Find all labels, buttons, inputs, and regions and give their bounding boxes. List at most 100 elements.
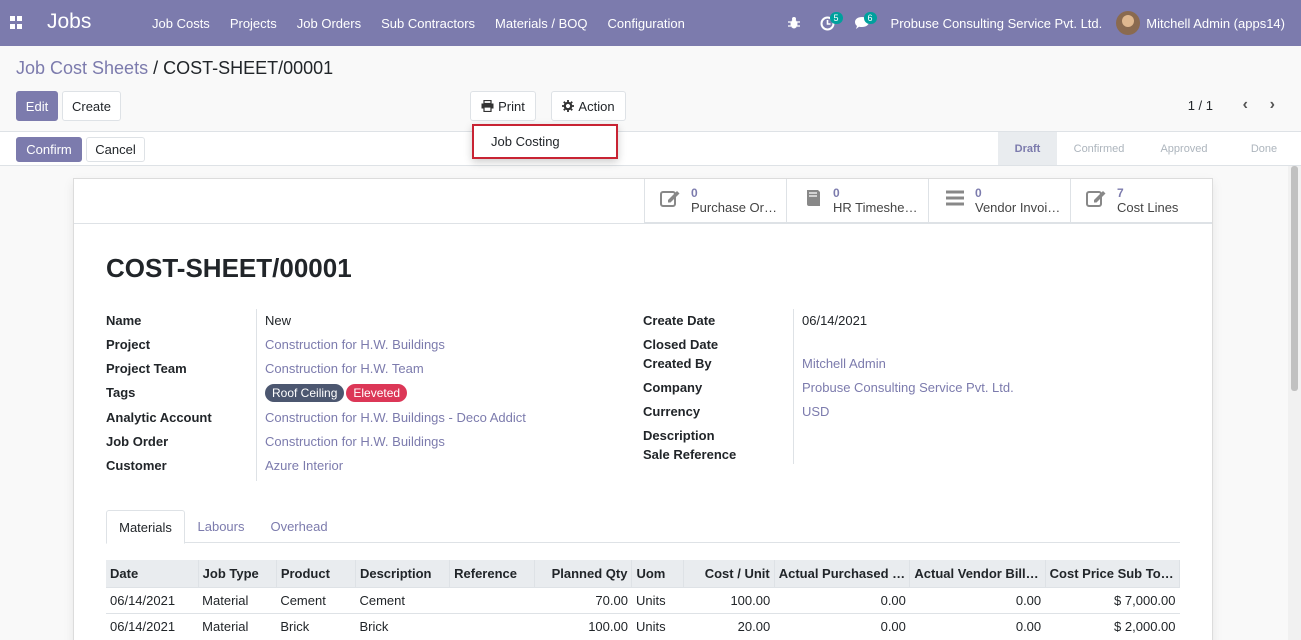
form-sheet: 0 Purchase Or… 0 HR Timeshe… 0 Vendor Invoi… [73,178,1213,640]
smart-button-vendor-invoices[interactable]: 0 Vendor Invoi… [928,179,1070,223]
action-button[interactable]: Action [551,91,626,121]
stage-done[interactable]: Done [1227,132,1301,165]
cell-product: Cement [276,586,356,613]
smart-button-cost-lines[interactable]: 7 Cost Lines [1070,179,1212,223]
tag-eleveted[interactable]: Eleveted [346,384,408,402]
cell-reference [449,586,535,613]
cell-cost-unit: 20.00 [683,612,775,639]
right-group-divider [793,309,794,464]
cell-date: 06/14/2021 [106,586,199,613]
column-header-planned-qty[interactable]: Planned Qty [534,560,633,587]
cell-cost-price-subtotal: $ 7,000.00 [1045,586,1180,613]
print-dropdown-item-job-costing[interactable]: Job Costing [472,124,618,159]
column-header-job-type[interactable]: Job Type [198,560,277,587]
book-icon [801,188,825,214]
cell-reference [449,612,535,639]
column-header-reference[interactable]: Reference [449,560,536,587]
value-project[interactable]: Construction for H.W. Buildings [265,337,445,352]
cell-planned-qty: 70.00 [534,586,632,613]
cell-product: Brick [276,612,356,639]
tab-materials[interactable]: Materials [106,510,185,544]
create-button[interactable]: Create [62,91,121,121]
stage-pipeline: Draft Confirmed Approved Done [998,132,1301,165]
label-customer: Customer [106,458,167,473]
cell-uom: Units [631,586,684,613]
smart-button-hr-timesheets[interactable]: 0 HR Timeshe… [786,179,928,223]
cell-actual-vendor-bill: 0.00 [909,586,1046,613]
label-analytic-account: Analytic Account [106,410,212,425]
cell-actual-purchased: 0.00 [774,612,910,639]
pager-previous-icon[interactable]: ‹ [1243,96,1248,114]
cell-actual-purchased: 0.00 [774,586,910,613]
breadcrumb-current: COST-SHEET/00001 [163,58,334,78]
pager-next-icon[interactable]: › [1270,96,1275,114]
tab-labours[interactable]: Labours [186,510,256,543]
activity-clock-icon[interactable]: 5 [811,0,845,46]
label-project: Project [106,337,151,352]
company-switcher[interactable]: Probuse Consulting Service Pvt. Ltd. [879,16,1117,31]
menu-materials-boq[interactable]: Materials / BOQ [485,16,597,31]
value-customer[interactable]: Azure Interior [265,458,343,473]
smart-label: Cost Lines [1117,200,1179,215]
column-header-product[interactable]: Product [276,560,356,587]
value-created-by[interactable]: Mitchell Admin [802,356,886,371]
value-currency[interactable]: USD [802,404,829,419]
stage-confirmed[interactable]: Confirmed [1057,132,1141,165]
edit-button[interactable]: Edit [16,91,58,121]
value-analytic-account[interactable]: Construction for H.W. Buildings - Deco A… [265,410,526,425]
column-header-date[interactable]: Date [106,560,199,587]
label-closed-date: Closed Date [643,337,719,352]
column-header-actual-vendor-bill[interactable]: Actual Vendor Bill… [909,560,1046,587]
smart-value: 0 [833,186,840,200]
cell-cost-unit: 100.00 [683,586,775,613]
tab-overhead[interactable]: Overhead [259,510,339,543]
table-row[interactable]: 06/14/2021 Material Brick Brick 100.00 U… [106,612,1180,639]
menu-job-costs[interactable]: Job Costs [142,16,220,31]
stage-approved[interactable]: Approved [1141,132,1227,165]
app-brand[interactable]: Jobs [47,10,91,34]
label-project-team: Project Team [106,361,187,376]
breadcrumb: Job Cost Sheets / COST-SHEET/00001 [16,58,333,79]
smart-value: 0 [975,186,982,200]
cancel-button[interactable]: Cancel [86,137,145,162]
printer-icon [481,100,494,112]
menu-projects[interactable]: Projects [220,16,287,31]
debug-bug-icon[interactable] [777,0,811,46]
value-project-team[interactable]: Construction for H.W. Team [265,361,424,376]
column-header-actual-purchased[interactable]: Actual Purchased … [774,560,911,587]
smart-value: 0 [691,186,698,200]
menu-configuration[interactable]: Configuration [598,16,695,31]
scrollbar-thumb[interactable] [1291,166,1298,391]
pager-value[interactable]: 1 / 1 [1188,98,1213,113]
edit-icon [659,188,683,214]
user-menu[interactable]: Mitchell Admin (apps14) [1116,11,1301,35]
print-button[interactable]: Print [470,91,536,121]
breadcrumb-parent[interactable]: Job Cost Sheets [16,58,148,78]
label-company: Company [643,380,703,395]
smart-label: Vendor Invoi… [975,200,1061,215]
menu-job-orders[interactable]: Job Orders [287,16,371,31]
messages-chat-icon[interactable]: 6 [845,0,879,46]
column-header-uom[interactable]: Uom [631,560,684,587]
label-create-date: Create Date [643,313,716,328]
table-header-row: Date Job Type Product Description Refere… [106,560,1181,587]
column-header-cost-price-subtotal[interactable]: Cost Price Sub To… [1045,560,1181,587]
column-header-cost-unit[interactable]: Cost / Unit [683,560,775,587]
value-company[interactable]: Probuse Consulting Service Pvt. Ltd. [802,380,1014,395]
value-job-order[interactable]: Construction for H.W. Buildings [265,434,445,449]
table-row[interactable]: 06/14/2021 Material Cement Cement 70.00 … [106,586,1180,613]
page-scrollbar[interactable] [1288,166,1301,640]
column-header-description[interactable]: Description [355,560,451,587]
cell-description: Brick [355,612,450,639]
stage-draft[interactable]: Draft [998,132,1057,165]
tag-roof-ceiling[interactable]: Roof Ceiling [265,384,345,402]
menu-sub-contractors[interactable]: Sub Contractors [371,16,485,31]
action-label: Action [578,98,615,114]
smart-label: HR Timeshe… [833,200,918,215]
left-group-divider [256,309,257,481]
confirm-button[interactable]: Confirm [16,137,82,162]
apps-menu-icon[interactable] [10,16,23,29]
smart-button-purchase-orders[interactable]: 0 Purchase Or… [644,179,786,223]
cell-job-type: Material [198,612,277,639]
materials-table: Date Job Type Product Description Refere… [106,560,1181,639]
